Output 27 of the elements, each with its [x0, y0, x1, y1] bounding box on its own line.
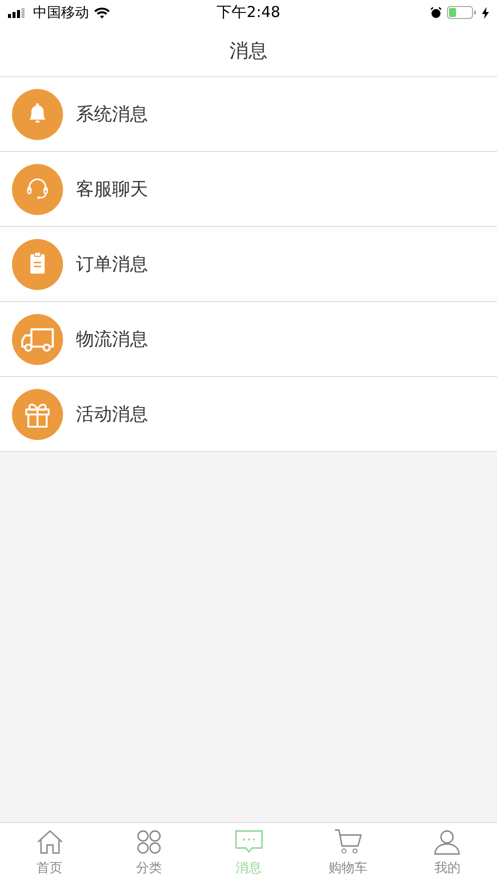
category-label: 订单消息 [76, 253, 148, 276]
battery-icon [447, 6, 477, 19]
message-category-item[interactable]: 客服聊天 [0, 152, 497, 227]
message-category-item[interactable]: 订单消息 [0, 227, 497, 302]
person-icon [433, 829, 462, 855]
clipboard-icon [12, 238, 63, 290]
home-icon [36, 829, 64, 855]
message-category-item[interactable]: 物流消息 [0, 302, 497, 377]
category-label: 物流消息 [76, 328, 148, 351]
grid-icon [135, 829, 164, 855]
message-category-item[interactable]: 系统消息 [0, 77, 497, 152]
category-label: 系统消息 [76, 103, 148, 126]
carrier-name: 中国移动 [33, 4, 89, 22]
category-label: 活动消息 [76, 403, 148, 426]
bell-icon [12, 88, 63, 140]
cart-icon [334, 829, 362, 855]
message-category-item[interactable]: 活动消息 [0, 377, 497, 452]
wifi-icon [94, 6, 110, 18]
status-time: 下午2:48 [216, 3, 280, 22]
charging-icon [482, 6, 489, 18]
alarm-icon [430, 6, 442, 18]
truck-icon [12, 314, 63, 364]
gift-icon [12, 388, 63, 440]
page-title: 消息 [230, 38, 268, 64]
category-label: 客服聊天 [76, 178, 148, 201]
headset-icon [12, 164, 63, 214]
chat-icon [234, 829, 263, 855]
